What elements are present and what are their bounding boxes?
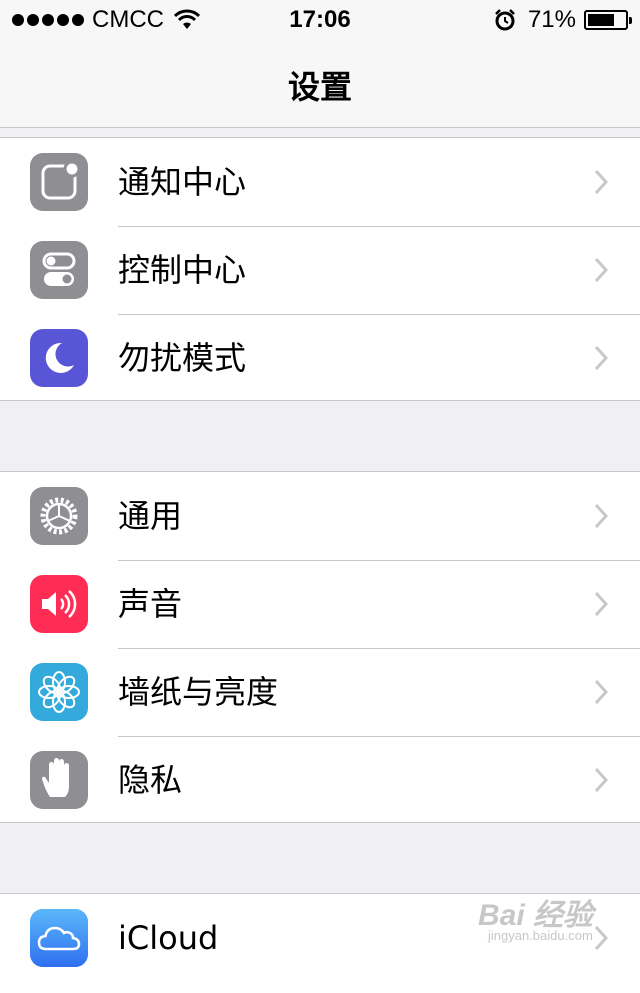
row-separator [118,648,640,649]
watermark: Bai 经验 jingyan.baidu.com [428,886,628,958]
settings-row-label: 通用 [118,497,183,535]
settings-group-2: 通用 声音 墙纸与亮度 隐私 [0,471,640,823]
watermark-url: jingyan.baidu.com [488,928,593,943]
settings-row-privacy[interactable]: 隐私 [0,736,640,824]
page-title: 设置 [287,68,352,106]
hand-icon [30,751,88,809]
settings-row-label: 墙纸与亮度 [118,673,279,711]
settings-row-label: 控制中心 [118,251,247,289]
settings-group-1: 通知中心 控制中心 勿扰模式 [0,137,640,401]
settings-row-label: 勿扰模式 [118,339,247,377]
row-separator [118,314,640,315]
chevron-right-icon [594,257,608,283]
settings-row-label: iCloud [118,919,219,957]
battery-percent: 71% [527,6,576,33]
speaker-icon [30,575,88,633]
status-right: 71% [494,6,632,34]
status-bar: CMCC 17:06 71% [0,0,640,40]
settings-row-sounds[interactable]: 声音 [0,560,640,648]
row-separator [118,226,640,227]
alarm-icon [494,9,516,31]
row-separator [118,736,640,737]
settings-row-do-not-disturb[interactable]: 勿扰模式 [0,314,640,402]
settings-row-label: 通知中心 [118,163,247,201]
row-separator [118,560,640,561]
chevron-right-icon [594,169,608,195]
battery-icon [584,10,632,30]
chevron-right-icon [594,503,608,529]
settings-row-label: 隐私 [118,761,183,799]
moon-icon [30,329,88,387]
battery-fill [588,14,614,26]
gear-icon [30,487,88,545]
chevron-right-icon [594,767,608,793]
control-center-icon [30,241,88,299]
notification-center-icon [30,153,88,211]
flower-icon [30,663,88,721]
settings-row-general[interactable]: 通用 [0,472,640,560]
settings-row-notification-center[interactable]: 通知中心 [0,138,640,226]
settings-row-label: 声音 [118,585,183,623]
chevron-right-icon [594,345,608,371]
navigation-bar: 设置 [0,40,640,128]
chevron-right-icon [594,679,608,705]
settings-row-control-center[interactable]: 控制中心 [0,226,640,314]
settings-row-wallpaper-brightness[interactable]: 墙纸与亮度 [0,648,640,736]
cloud-icon [30,909,88,967]
chevron-right-icon [594,591,608,617]
